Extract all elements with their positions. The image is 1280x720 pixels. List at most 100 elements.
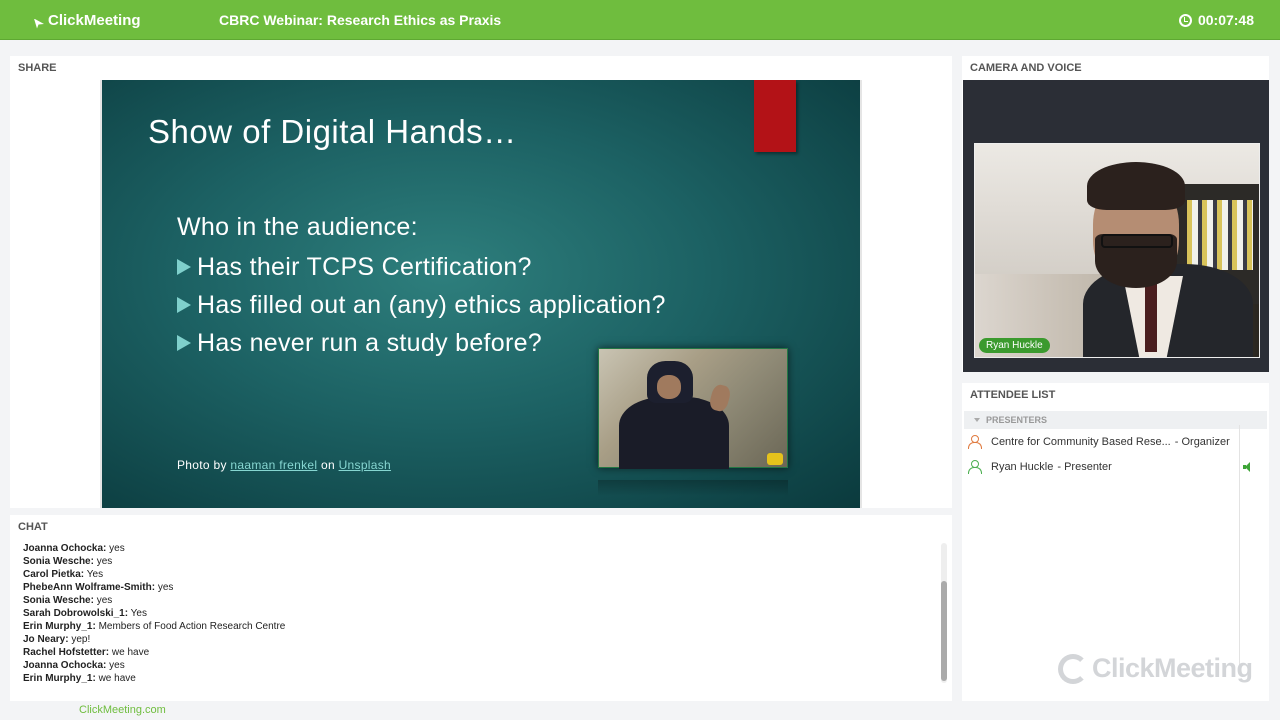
top-bar: ClickMeeting CBRC Webinar: Research Ethi… [0,0,1280,40]
camera-panel: CAMERA AND VOICE Ryan Huckle [962,56,1269,372]
bullet-triangle-icon [177,297,191,313]
slide-title: Show of Digital Hands… [148,113,517,150]
video-person-hair [1087,162,1185,210]
attendee-role: - Organizer [1174,435,1230,448]
webinar-title: CBRC Webinar: Research Ethics as Praxis [219,12,502,28]
video-books [1187,200,1253,270]
slide-photo [598,348,788,469]
chat-text: Yes [86,569,104,580]
chat-message: Jo Neary: yep! [23,633,923,646]
chat-text: Yes [130,608,147,619]
watermark-logo-icon [1058,653,1088,684]
credit-mid: on [320,458,335,472]
chat-text: we have [98,673,136,684]
chat-panel-title: CHAT [18,521,48,533]
video-person-tie [1145,282,1157,352]
chat-author: Carol Pietka: [23,569,85,580]
chat-text: yep! [71,634,91,645]
chat-author: Joanna Ochocka: [23,543,107,554]
chat-author: Sarah Dobrowolski_1: [23,608,129,619]
slide-bullet: Has their TCPS Certification? [177,248,666,286]
chat-message: Sarah Dobrowolski_1: Yes [23,607,923,620]
slide-bullet: Has never run a study before? [177,324,666,362]
presenter-video[interactable]: Ryan Huckle [974,143,1260,358]
attendee-column-divider [1239,425,1240,665]
logo-text: ClickMeeting [48,12,141,29]
slide-red-accent [754,80,796,152]
presenters-section-toggle[interactable]: PRESENTERS [964,411,1267,429]
chat-message: Erin Murphy_1: we have [23,672,923,685]
credit-site-link[interactable]: Unsplash [339,458,391,472]
chat-author: Rachel Hofstetter: [23,647,110,658]
caret-down-icon [974,418,980,422]
credit-author-link[interactable]: naaman frenkel [230,458,317,472]
attendee-panel-title: ATTENDEE LIST [970,389,1056,401]
photo-credit: Photo by naaman frenkel on Unsplash [177,458,391,472]
chat-scrollbar-thumb[interactable] [941,581,947,681]
chat-author: PhebeAnn Wolframe-Smith: [23,582,156,593]
bullet-text: Has never run a study before? [197,328,543,357]
presenter-name-tag: Ryan Huckle [979,338,1050,353]
chat-message: Sonia Wesche: yes [23,594,923,607]
chat-message: PhebeAnn Wolframe-Smith: yes [23,581,923,594]
chat-author: Joanna Ochocka: [23,660,107,671]
chat-text: yes [96,595,113,606]
chat-text: yes [109,660,125,671]
chat-text: yes [109,543,125,554]
bullet-triangle-icon [177,259,191,275]
watermark-text: ClickMeeting [1092,653,1253,683]
attendee-panel: ATTENDEE LIST PRESENTERS Centre for Comm… [962,383,1269,701]
timer-value: 00:07:48 [1197,12,1254,28]
slide-intro: Who in the audience: [177,213,418,241]
presentation-slide: Show of Digital Hands… Who in the audien… [100,80,862,508]
speaker-icon[interactable] [1243,462,1253,472]
photo-cup [767,453,783,465]
video-person-glasses [1101,234,1173,248]
bullet-triangle-icon [177,335,191,351]
logo-cursor-icon [34,18,44,29]
clickmeeting-footer-link[interactable]: ClickMeeting.com [79,704,166,716]
credit-prefix: Photo by [177,458,227,472]
chat-message-list[interactable]: Joanna Ochocka: yes Sonia Wesche: yes Ca… [23,542,923,685]
chat-message: Joanna Ochocka: yes [23,542,923,555]
clickmeeting-watermark: ClickMeeting [1058,653,1253,684]
clock-icon [1178,13,1192,27]
share-panel-title: SHARE [18,62,57,74]
chat-scrollbar[interactable] [941,543,947,683]
chat-author: Erin Murphy_1: [23,673,96,684]
attendee-name: Ryan Huckle [991,460,1054,473]
attendee-row[interactable]: Ryan Huckle - Presenter [962,454,1269,479]
chat-text: yes [96,556,113,567]
chat-text: yes [157,582,174,593]
slide-bullet: Has filled out an (any) ethics applicati… [177,286,666,324]
camera-panel-title: CAMERA AND VOICE [970,62,1082,74]
bullet-text: Has their TCPS Certification? [197,252,532,281]
chat-panel: CHAT Joanna Ochocka: yes Sonia Wesche: y… [10,515,952,701]
chat-text: we have [111,647,150,658]
organizer-user-icon [968,435,982,449]
photo-figure-face [657,375,681,399]
chat-message: Joanna Ochocka: yes [23,659,923,672]
camera-stage: Ryan Huckle [963,80,1269,372]
attendee-role: - Presenter [1057,460,1112,473]
chat-author: Sonia Wesche: [23,595,94,606]
chat-message: Erin Murphy_1: Members of Food Action Re… [23,620,923,633]
photo-reflection [598,480,788,496]
clickmeeting-logo[interactable]: ClickMeeting [34,12,141,29]
presenter-user-icon [968,460,982,474]
photo-figure-hand [707,383,733,413]
bullet-text: Has filled out an (any) ethics applicati… [197,290,666,319]
session-timer: 00:07:48 [1178,12,1254,28]
share-panel: SHARE Show of Digital Hands… Who in the … [10,56,952,508]
chat-author: Jo Neary: [23,634,69,645]
chat-message: Sonia Wesche: yes [23,555,923,568]
attendee-name: Centre for Community Based Rese... [991,435,1171,448]
chat-message: Rachel Hofstetter: we have [23,646,923,659]
presenters-section-label: PRESENTERS [986,415,1048,425]
chat-author: Erin Murphy_1: [23,621,96,632]
attendee-row[interactable]: Centre for Community Based Rese... - Org… [962,429,1269,454]
chat-text: Members of Food Action Research Centre [98,621,286,632]
chat-author: Sonia Wesche: [23,556,94,567]
chat-message: Carol Pietka: Yes [23,568,923,581]
slide-bullet-list: Has their TCPS Certification? Has filled… [177,248,666,362]
